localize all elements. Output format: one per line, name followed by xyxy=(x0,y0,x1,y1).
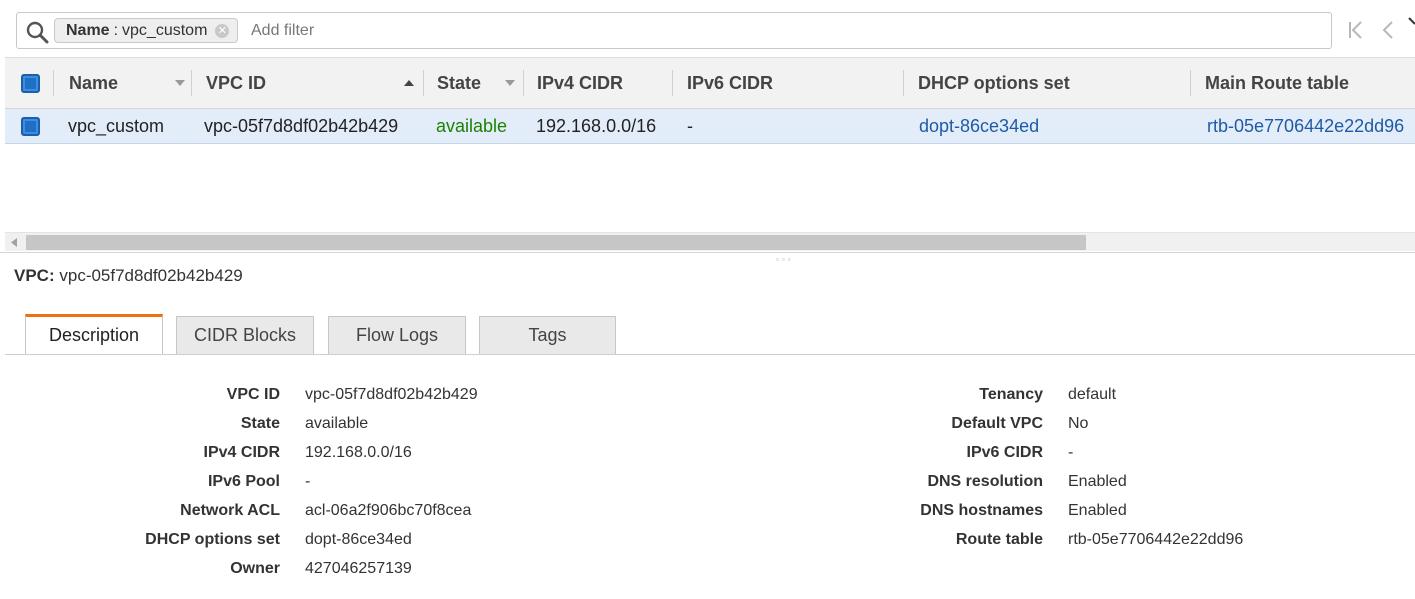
close-circle-icon[interactable]: ✕ xyxy=(215,23,230,38)
value-tenancy: default xyxy=(1068,386,1117,403)
table-row[interactable]: vpc_custom vpc-05f7d8df02b42b429 availab… xyxy=(5,109,1415,144)
label-default-vpc: Default VPC xyxy=(951,415,1043,432)
details-title: VPC: vpc-05f7d8df02b42b429 xyxy=(14,266,243,286)
column-header-vpc-id[interactable]: VPC ID xyxy=(206,58,266,108)
scrollbar-thumb[interactable] xyxy=(26,235,1086,250)
tab-cidr-blocks[interactable]: CIDR Blocks xyxy=(176,316,314,354)
cell-dhcp-options-link[interactable]: dopt-86ce34ed xyxy=(919,109,1039,143)
cell-state: available xyxy=(436,116,508,136)
value-default-vpc: No xyxy=(1068,415,1089,432)
value-dns-hostnames: Enabled xyxy=(1068,502,1127,519)
cell-ipv4-cidr: 192.168.0.0/16 xyxy=(536,116,657,136)
column-divider xyxy=(53,70,54,96)
horizontal-scrollbar[interactable] xyxy=(5,232,1415,251)
filter-chip-separator: : xyxy=(113,22,119,39)
cell-name: vpc_custom xyxy=(68,116,165,136)
first-page-icon[interactable] xyxy=(1346,18,1366,42)
cell-main-route-table-link[interactable]: rtb-05e7706442e22dd96 xyxy=(1207,109,1404,143)
label-vpc-id: VPC ID xyxy=(226,386,280,403)
tabs-divider xyxy=(5,354,1415,355)
column-divider xyxy=(523,70,524,96)
cell-ipv6-cidr: - xyxy=(687,116,693,136)
column-divider xyxy=(191,70,192,96)
label-ipv6-cidr: IPv6 CIDR xyxy=(966,444,1043,461)
sort-caret-up-icon[interactable] xyxy=(404,80,414,86)
column-header-ipv6-cidr[interactable]: IPv6 CIDR xyxy=(687,58,773,108)
label-state: State xyxy=(240,415,280,432)
column-divider xyxy=(903,70,904,96)
network-acl-link[interactable]: acl-06a2f906bc70f8cea xyxy=(305,501,471,521)
column-divider xyxy=(423,70,424,96)
table-header: Name VPC ID State IPv4 CIDR IPv6 CIDR DH… xyxy=(5,57,1415,109)
label-tenancy: Tenancy xyxy=(979,386,1043,403)
column-header-dhcp-options-set[interactable]: DHCP options set xyxy=(918,58,1070,108)
value-owner: 427046257139 xyxy=(305,560,412,577)
column-header-main-route-table[interactable]: Main Route table xyxy=(1205,58,1349,108)
route-table-link[interactable]: rtb-05e7706442e22dd96 xyxy=(1068,530,1243,550)
filter-input[interactable] xyxy=(251,18,851,43)
value-ipv4-cidr: 192.168.0.0/16 xyxy=(305,444,412,461)
splitter-grip-icon[interactable]: ▫▫▫ xyxy=(776,256,794,264)
value-vpc-id: vpc-05f7d8df02b42b429 xyxy=(305,386,478,403)
value-ipv6-pool: - xyxy=(305,473,311,490)
sort-caret-down-icon[interactable] xyxy=(505,80,515,86)
tab-flow-logs[interactable]: Flow Logs xyxy=(328,316,466,354)
column-header-ipv4-cidr[interactable]: IPv4 CIDR xyxy=(537,58,623,108)
filter-chip-value: vpc_custom xyxy=(122,22,208,39)
column-divider xyxy=(672,70,673,96)
column-header-name[interactable]: Name xyxy=(69,58,118,108)
sort-caret-down-icon[interactable] xyxy=(175,80,185,86)
label-dns-hostnames: DNS hostnames xyxy=(920,502,1043,519)
label-ipv6-pool: IPv6 Pool xyxy=(207,473,280,490)
details-title-value: vpc-05f7d8df02b42b429 xyxy=(59,266,243,285)
pane-splitter[interactable] xyxy=(0,252,1415,253)
value-state: available xyxy=(305,415,369,432)
dhcp-options-link[interactable]: dopt-86ce34ed xyxy=(305,530,412,550)
label-owner: Owner xyxy=(230,560,280,577)
filter-chip-key: Name xyxy=(66,22,110,39)
label-dhcp-options-set: DHCP options set xyxy=(145,531,280,548)
label-route-table: Route table xyxy=(955,531,1043,548)
filter-chip[interactable]: Name : vpc_custom ✕ xyxy=(54,18,239,43)
label-ipv4-cidr: IPv4 CIDR xyxy=(203,444,280,461)
filter-bar[interactable]: Name : vpc_custom ✕ xyxy=(16,12,1332,49)
value-ipv6-cidr: - xyxy=(1068,444,1074,461)
row-checkbox[interactable] xyxy=(21,117,40,136)
tab-tags[interactable]: Tags xyxy=(479,316,616,354)
value-dns-resolution: Enabled xyxy=(1068,473,1127,490)
chevron-left-icon[interactable] xyxy=(1378,18,1398,42)
tab-description[interactable]: Description xyxy=(25,314,163,354)
scroll-left-arrow-icon[interactable] xyxy=(11,238,17,247)
label-network-acl: Network ACL xyxy=(180,502,280,519)
details-title-label: VPC: xyxy=(14,266,55,285)
chevron-right-icon[interactable] xyxy=(1406,16,1415,32)
label-dns-resolution: DNS resolution xyxy=(927,473,1043,490)
column-header-state[interactable]: State xyxy=(437,58,481,108)
select-all-checkbox[interactable] xyxy=(21,74,40,93)
cell-vpc-id: vpc-05f7d8df02b42b429 xyxy=(204,116,399,136)
column-divider xyxy=(1190,70,1191,96)
search-icon xyxy=(26,21,49,44)
